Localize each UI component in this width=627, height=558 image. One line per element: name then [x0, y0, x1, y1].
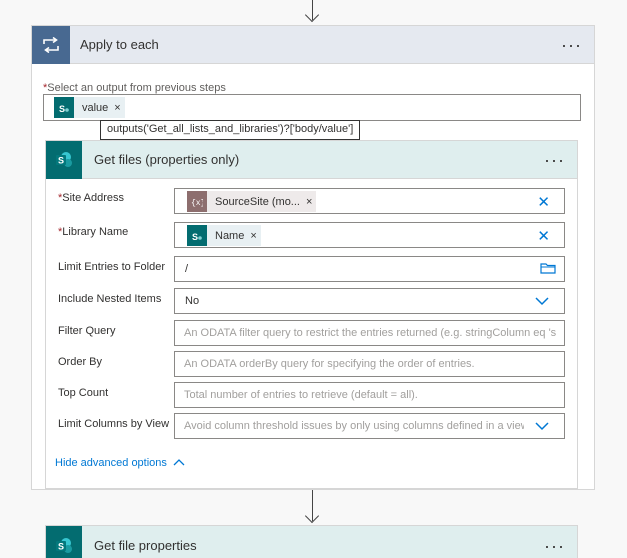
remove-token-icon[interactable]: ×	[306, 196, 312, 208]
limit-folder-field[interactable]: /	[174, 256, 565, 282]
source-site-token[interactable]: {x} SourceSite (mo... ×	[187, 191, 317, 212]
remove-token-icon[interactable]: ×	[250, 230, 256, 242]
limit-view-placeholder: Avoid column threshold issues by only us…	[184, 420, 524, 432]
svg-text:S: S	[192, 232, 198, 242]
svg-text:{x}: {x}	[191, 199, 203, 207]
more-options-icon[interactable]: ···	[544, 537, 565, 555]
nested-items-dropdown[interactable]: No	[174, 288, 565, 314]
chevron-up-icon	[173, 457, 185, 469]
sharepoint-icon: S	[46, 525, 82, 558]
site-address-label-text: Site Address	[62, 192, 125, 204]
clear-icon[interactable]: ✕	[537, 193, 550, 211]
apply-to-each-header[interactable]: Apply to each ···	[32, 25, 594, 64]
select-output-input[interactable]: S value ×	[43, 94, 581, 121]
folder-icon[interactable]	[540, 262, 556, 277]
filter-query-placeholder: An ODATA filter query to restrict the en…	[184, 327, 556, 339]
top-count-label: Top Count	[58, 387, 109, 399]
sharepoint-icon: S	[54, 97, 74, 118]
nested-items-label: Include Nested Items	[58, 293, 162, 305]
sharepoint-icon: S	[187, 225, 207, 246]
get-files-title: Get files (properties only)	[94, 152, 240, 167]
filter-query-label: Filter Query	[58, 325, 116, 337]
get-files-card: S Get files (properties only) ··· *Site …	[45, 140, 578, 489]
connector-arrow-top	[304, 7, 320, 23]
get-file-properties-card: S Get file properties ···	[45, 525, 578, 558]
limit-view-label: Limit Columns by View	[58, 418, 170, 430]
sharepoint-icon: S	[46, 140, 82, 179]
get-files-header[interactable]: S Get files (properties only) ···	[46, 140, 577, 179]
connector-arrow-middle	[304, 508, 320, 524]
get-file-properties-header[interactable]: S Get file properties ···	[46, 525, 577, 558]
clear-icon[interactable]: ✕	[537, 227, 550, 245]
svg-text:S: S	[58, 541, 64, 551]
select-output-label-text: Select an output from previous steps	[47, 82, 226, 94]
filter-query-input[interactable]: An ODATA filter query to restrict the en…	[174, 320, 565, 346]
more-options-icon[interactable]: ···	[561, 36, 582, 54]
svg-text:S: S	[59, 104, 65, 114]
more-options-icon[interactable]: ···	[544, 151, 565, 169]
value-token-label: value	[82, 101, 109, 114]
select-output-label: *Select an output from previous steps	[43, 82, 226, 94]
limit-view-dropdown[interactable]: Avoid column threshold issues by only us…	[174, 413, 565, 439]
site-address-label: *Site Address	[58, 192, 124, 204]
apply-to-each-title: Apply to each	[80, 37, 159, 52]
value-token[interactable]: S value ×	[54, 97, 125, 118]
remove-token-icon[interactable]: ×	[114, 102, 120, 114]
top-count-input[interactable]: Total number of entries to retrieve (def…	[174, 382, 565, 408]
limit-folder-label: Limit Entries to Folder	[58, 261, 165, 273]
loop-icon	[32, 25, 70, 64]
library-name-field[interactable]: S Name × ✕	[174, 222, 565, 248]
get-file-properties-title: Get file properties	[94, 538, 197, 553]
top-count-placeholder: Total number of entries to retrieve (def…	[184, 389, 418, 401]
chevron-down-icon[interactable]	[534, 418, 550, 437]
limit-folder-value: /	[185, 263, 189, 275]
source-site-token-label: SourceSite (mo...	[215, 195, 300, 208]
name-token[interactable]: S Name ×	[187, 225, 261, 246]
svg-text:S: S	[58, 155, 64, 165]
order-by-label: Order By	[58, 356, 103, 368]
chevron-down-icon[interactable]	[534, 293, 550, 312]
hide-advanced-options-link[interactable]: Hide advanced options	[55, 457, 185, 469]
token-tooltip: outputs('Get_all_lists_and_libraries')?[…	[100, 120, 361, 140]
variable-icon: {x}	[187, 191, 207, 212]
library-name-label: *Library Name	[58, 226, 128, 238]
library-name-label-text: Library Name	[62, 226, 129, 238]
nested-items-value: No	[185, 295, 200, 307]
hide-advanced-options-label: Hide advanced options	[55, 457, 167, 469]
order-by-placeholder: An ODATA orderBy query for specifying th…	[184, 358, 475, 370]
name-token-label: Name	[215, 229, 245, 242]
site-address-field[interactable]: {x} SourceSite (mo... × ✕	[174, 188, 565, 214]
order-by-input[interactable]: An ODATA orderBy query for specifying th…	[174, 351, 565, 377]
